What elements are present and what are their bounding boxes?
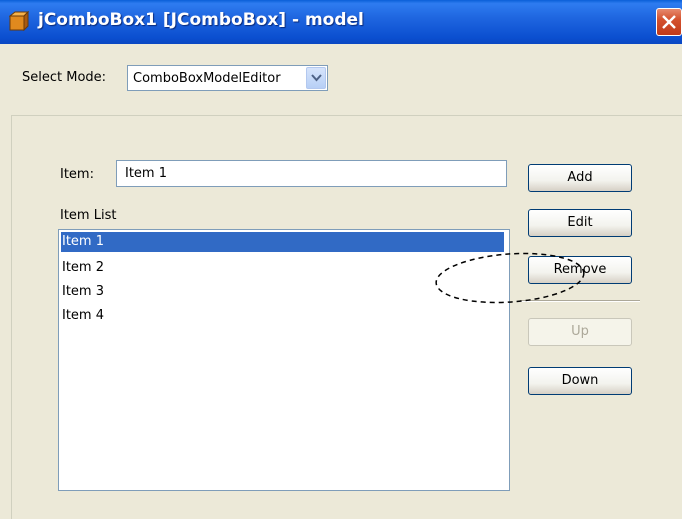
edit-button[interactable]: Edit (528, 209, 632, 237)
add-button[interactable]: Add (528, 164, 632, 192)
up-button[interactable]: Up (528, 318, 632, 346)
dropdown-arrow-button[interactable] (306, 67, 326, 89)
select-mode-value: ComboBoxModelEditor (133, 71, 281, 86)
title-bar[interactable]: jComboBox1 [JComboBox] - model (0, 0, 682, 44)
list-item[interactable]: Item 1 (61, 232, 504, 252)
chevron-down-icon (311, 74, 322, 82)
item-list-label: Item List (60, 208, 117, 223)
select-mode-label: Select Mode: (22, 70, 107, 85)
model-editor-dialog: jComboBox1 [JComboBox] - model Select Mo… (0, 0, 682, 519)
highlight-ellipse (435, 252, 585, 304)
close-button[interactable] (656, 8, 682, 36)
item-label: Item: (60, 167, 94, 182)
app-icon (8, 10, 30, 32)
select-mode-combo[interactable]: ComboBoxModelEditor (127, 65, 328, 91)
item-input[interactable]: Item 1 (116, 160, 507, 187)
close-icon (662, 15, 676, 29)
window-title: jComboBox1 [JComboBox] - model (38, 10, 364, 30)
down-button[interactable]: Down (528, 367, 632, 395)
